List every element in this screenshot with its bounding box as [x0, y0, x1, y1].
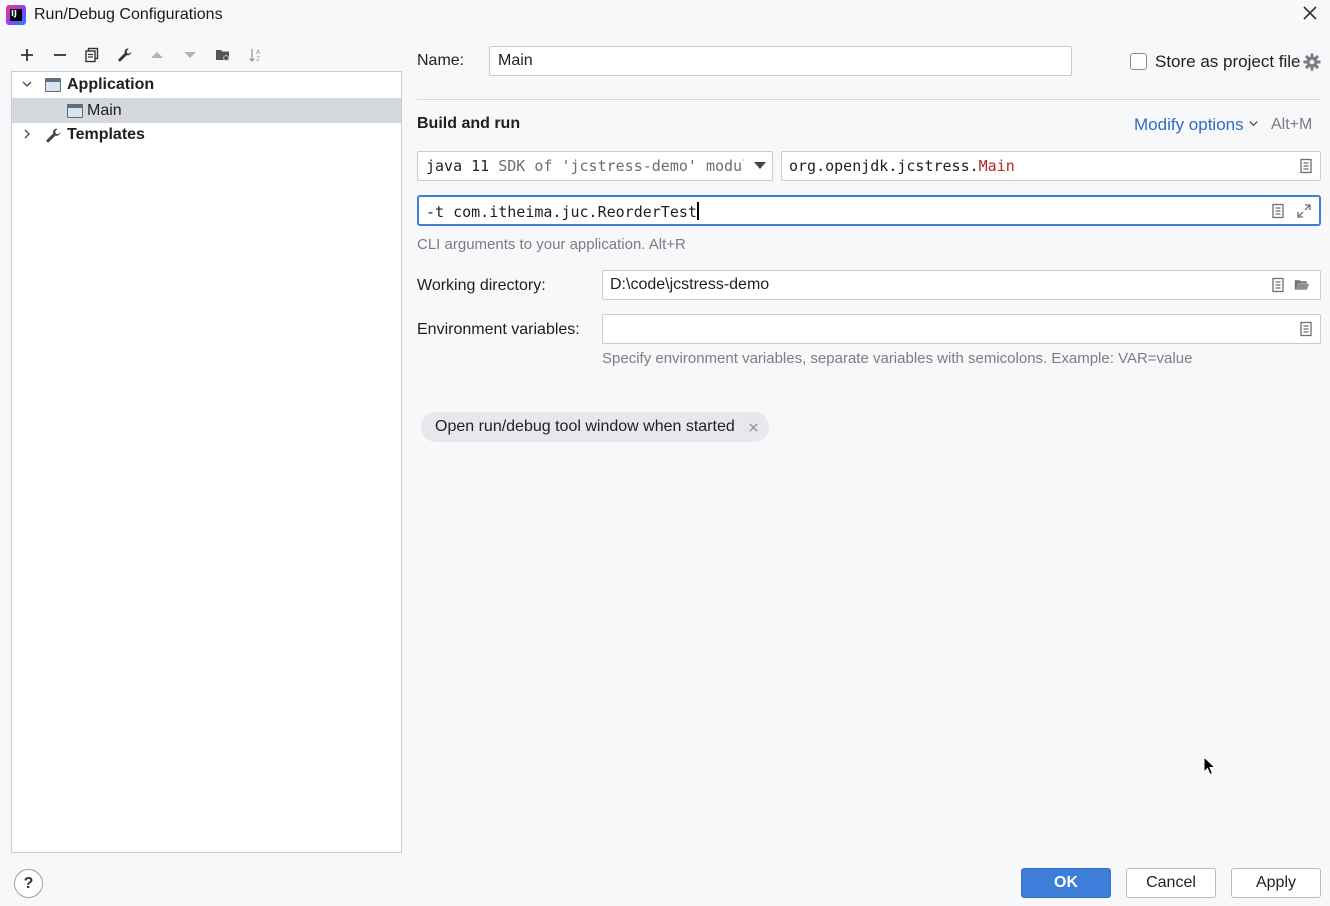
intellij-logo-icon: IJ — [6, 5, 26, 25]
browse-class-icon[interactable] — [1298, 158, 1314, 174]
chip-label: Open run/debug tool window when started — [435, 418, 735, 435]
jre-sdk-select[interactable]: java 11 SDK of 'jcstress-demo' modul — [417, 151, 773, 181]
remove-configuration-button[interactable] — [49, 44, 71, 66]
store-as-project-file-label[interactable]: Store as project file — [1155, 52, 1301, 72]
program-arguments-hint: CLI arguments to your application. Alt+R — [417, 236, 686, 253]
dropdown-arrow-icon — [754, 162, 766, 169]
insert-macro-icon[interactable] — [1270, 203, 1286, 219]
new-folder-button[interactable] — [212, 44, 234, 66]
arrow-up-icon — [151, 52, 163, 58]
plus-icon — [21, 49, 33, 61]
name-field-box — [489, 46, 1072, 76]
program-arguments-input[interactable]: -t com.itheima.juc.ReorderTest — [417, 195, 1321, 226]
section-title-build-and-run: Build and run — [417, 115, 521, 132]
wrench-icon — [45, 127, 62, 144]
environment-variables-input[interactable] — [603, 315, 1320, 343]
program-arguments-value: -t com.itheima.juc.ReorderTest — [426, 203, 697, 221]
tree-item-label: Templates — [67, 126, 145, 143]
main-class-field[interactable]: org.openjdk.jcstress.Main — [781, 151, 1321, 181]
svg-text:A: A — [256, 49, 261, 56]
help-button[interactable]: ? — [14, 869, 43, 898]
configuration-tree[interactable]: Application Main Templates — [11, 71, 402, 853]
chevron-down-icon[interactable] — [20, 78, 34, 93]
environment-variables-field — [602, 314, 1321, 344]
application-icon — [67, 104, 83, 118]
sdk-java-version: java 11 — [426, 157, 490, 175]
apply-button[interactable]: Apply — [1231, 868, 1321, 898]
edit-defaults-button[interactable] — [114, 44, 136, 66]
expand-icon[interactable] — [1296, 203, 1312, 219]
cancel-button[interactable]: Cancel — [1126, 868, 1216, 898]
gear-icon[interactable] — [1302, 52, 1322, 72]
minus-icon — [54, 54, 66, 56]
environment-variables-hint: Specify environment variables, separate … — [602, 350, 1193, 367]
move-down-button[interactable] — [179, 44, 201, 66]
close-icon[interactable] — [748, 418, 759, 437]
working-directory-input[interactable] — [603, 271, 1320, 299]
new-folder-icon — [216, 50, 229, 61]
mouse-pointer-icon — [1203, 755, 1217, 776]
title-bar: IJ Run/Debug Configurations — [0, 0, 1330, 30]
wrench-icon — [118, 48, 132, 62]
svg-text:Z: Z — [256, 56, 260, 63]
tree-item-label: Application — [67, 76, 155, 93]
browse-folder-icon[interactable] — [1294, 277, 1314, 293]
chevron-down-icon — [1249, 121, 1259, 127]
add-configuration-button[interactable] — [16, 44, 38, 66]
tree-item-main[interactable]: Main — [12, 98, 401, 123]
modify-options-shortcut: Alt+M — [1271, 116, 1313, 133]
tree-item-application[interactable]: Application — [12, 73, 401, 98]
insert-macro-icon[interactable] — [1270, 277, 1286, 293]
close-window-button[interactable] — [1298, 4, 1322, 26]
modify-options-link[interactable]: Modify options — [1134, 115, 1259, 135]
sort-icon: AZ — [249, 49, 261, 63]
edit-env-vars-icon[interactable] — [1298, 321, 1314, 337]
tree-item-templates[interactable]: Templates — [12, 123, 401, 148]
working-directory-label: Working directory: — [417, 277, 546, 294]
copy-configuration-button[interactable] — [81, 44, 103, 66]
store-as-project-file-checkbox[interactable] — [1130, 53, 1147, 70]
environment-variables-label: Environment variables: — [417, 321, 580, 338]
tree-item-label: Main — [87, 102, 122, 119]
main-class-name: Main — [978, 157, 1015, 175]
name-label: Name: — [417, 52, 465, 69]
name-input[interactable] — [490, 47, 1071, 75]
move-up-button[interactable] — [146, 44, 168, 66]
open-tool-window-option-chip[interactable]: Open run/debug tool window when started — [421, 412, 769, 442]
working-directory-field — [602, 270, 1321, 300]
ok-button[interactable]: OK — [1021, 868, 1111, 898]
text-caret — [696, 202, 699, 220]
application-icon — [45, 78, 61, 92]
copy-icon — [85, 47, 99, 63]
modify-options-label: Modify options — [1134, 115, 1244, 134]
separator — [417, 99, 1320, 100]
window-title: Run/Debug Configurations — [34, 6, 223, 23]
arrow-down-icon — [184, 52, 196, 58]
close-icon — [1303, 6, 1317, 20]
sort-configurations-button[interactable]: AZ — [245, 44, 267, 66]
chevron-right-icon[interactable] — [20, 128, 34, 143]
sdk-description: SDK of 'jcstress-demo' modul — [498, 157, 744, 175]
main-class-package: org.openjdk.jcstress. — [789, 157, 979, 175]
